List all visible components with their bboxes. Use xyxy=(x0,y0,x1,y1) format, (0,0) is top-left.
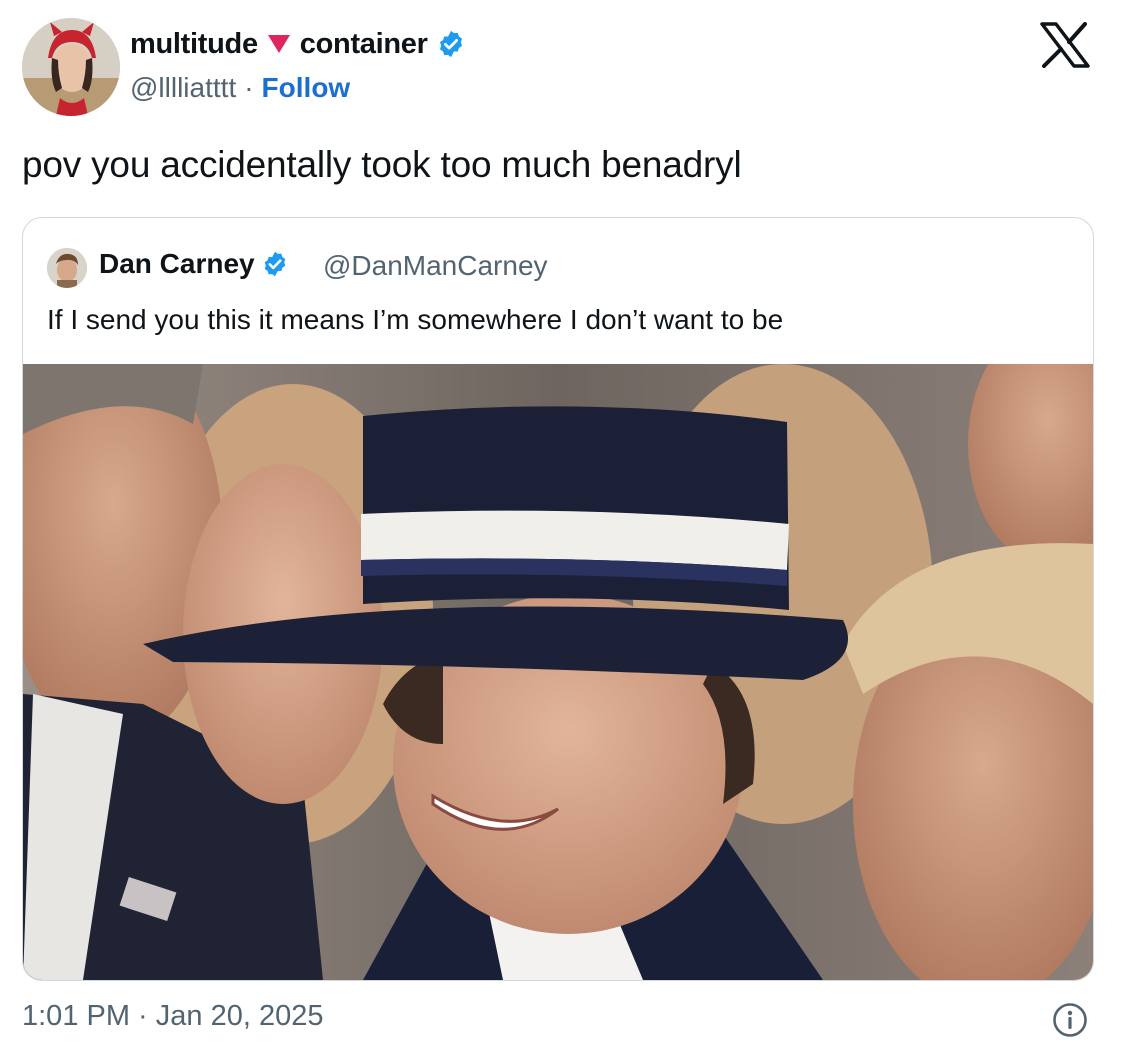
author-avatar-image xyxy=(22,18,120,116)
tweet-timestamp[interactable]: 1:01 PM · Jan 20, 2025 xyxy=(22,1000,323,1033)
photo-woman-in-wide-brim-hat xyxy=(23,364,1093,980)
quoted-avatar-image xyxy=(47,248,87,288)
verified-badge-icon xyxy=(264,251,285,277)
quoted-author-handle[interactable]: @DanManCarney xyxy=(323,250,548,282)
author-handle-row: @lllliatttt · Follow xyxy=(130,72,350,104)
quoted-author-name-row[interactable]: Dan Carney xyxy=(99,248,289,280)
info-icon[interactable] xyxy=(1052,1002,1088,1038)
quoted-tweet-photo[interactable] xyxy=(23,364,1093,980)
separator-dot: · xyxy=(244,72,254,103)
quoted-author-avatar[interactable] xyxy=(47,248,87,288)
follow-button[interactable]: Follow xyxy=(262,72,351,104)
quoted-author-name: Dan Carney xyxy=(99,248,255,279)
tweet-text: pov you accidentally took too much benad… xyxy=(22,144,742,185)
quoted-tweet-card[interactable]: Dan Carney @DanManCarney If I send you t… xyxy=(22,217,1094,981)
author-handle[interactable]: @lllliatttt xyxy=(130,72,236,104)
author-name-part2: container xyxy=(299,27,428,60)
x-logo-icon[interactable] xyxy=(1040,22,1090,68)
verified-badge-icon xyxy=(439,30,462,58)
quoted-tweet-text: If I send you this it means I’m somewher… xyxy=(47,304,784,335)
author-display-name[interactable]: multitude container xyxy=(130,26,466,62)
author-name-part1: multitude xyxy=(130,27,258,60)
red-heart-triangle-icon xyxy=(267,35,290,53)
author-avatar[interactable] xyxy=(22,18,120,116)
